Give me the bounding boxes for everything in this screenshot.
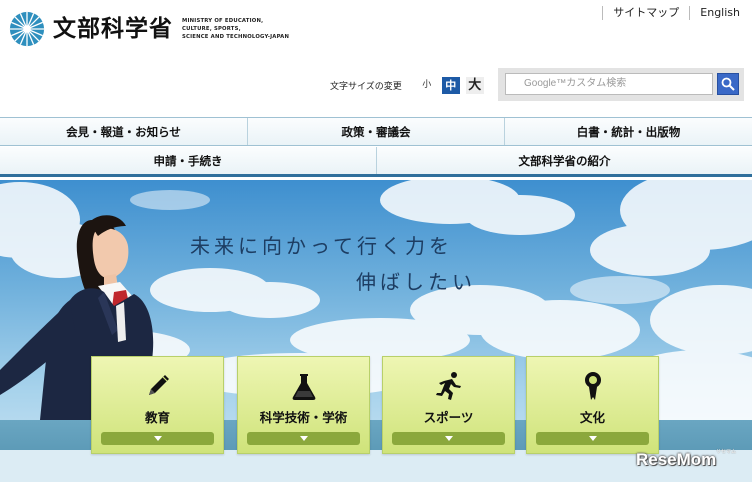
medal-icon [584,372,601,400]
font-size-label: 文字サイズの変更 [330,82,402,92]
nav-policy-councils[interactable]: 政策・審議会 [248,118,505,145]
font-size-small-button[interactable]: 小 [417,77,436,94]
pencil-icon [148,375,169,395]
category-label: スポーツ [423,410,474,425]
logo-en-line: SCIENCE AND TECHNOLOGY-JAPAN [182,34,290,40]
search-input[interactable]: Google™カスタム検索 [505,73,713,95]
font-size-medium-button[interactable]: 中 [441,77,460,94]
logo-mark-icon [9,11,45,47]
category-science-technology[interactable]: 科学技術・学術 [237,356,370,454]
category-label: 文化 [579,410,605,425]
logo-en-line: MINISTRY OF EDUCATION, [182,18,264,24]
search-icon [721,77,735,91]
watermark-logo: ReseMom [636,450,717,469]
chevron-down-icon [247,432,360,445]
ministry-logo[interactable]: 文部科学省 MINISTRY OF EDUCATION, CULTURE, SP… [8,10,289,48]
font-size-switcher: 文字サイズの変更 小 中 大 [330,77,484,94]
flask-icon [292,374,315,400]
resemom-watermark: ReseMom リセマム [632,448,744,476]
category-culture[interactable]: 文化 [526,356,659,454]
sitemap-link[interactable]: サイトマップ [602,6,689,20]
global-nav-row-1: 会見・報道・お知らせ 政策・審議会 白書・統計・出版物 [0,117,752,146]
font-size-large-button[interactable]: 大 [465,77,484,94]
nav-press-releases[interactable]: 会見・報道・お知らせ [0,118,248,145]
logo-english-name: MINISTRY OF EDUCATION, CULTURE, SPORTS, … [182,17,289,41]
chevron-down-icon [101,432,214,445]
utility-links: サイトマップ English [602,6,740,20]
nav-applications[interactable]: 申請・手続き [0,147,377,174]
logo-en-line: CULTURE, SPORTS, [182,26,241,32]
search-button[interactable] [717,73,739,95]
runner-icon [435,372,461,400]
chevron-down-icon [392,432,505,445]
logo-title: 文部科学省 [53,15,173,42]
nav-about-ministry[interactable]: 文部科学省の紹介 [377,147,752,174]
category-label: 教育 [144,410,170,425]
category-sports[interactable]: スポーツ [382,356,515,454]
hero-tagline-line1: 未来に向かって行く力を [190,234,453,258]
english-link[interactable]: English [689,6,740,20]
watermark-sub: リセマム [715,449,736,455]
search-box: Google™カスタム検索 [498,68,744,101]
page: 文部科学省 MINISTRY OF EDUCATION, CULTURE, SP… [0,0,752,482]
hero-tagline-line2: 伸ばしたい [356,270,476,294]
category-label: 科学技術・学術 [259,410,348,425]
chevron-down-icon [536,432,649,445]
category-education[interactable]: 教育 [91,356,224,454]
global-nav-row-2: 申請・手続き 文部科学省の紹介 [0,147,752,177]
nav-white-papers-statistics[interactable]: 白書・統計・出版物 [505,118,752,145]
